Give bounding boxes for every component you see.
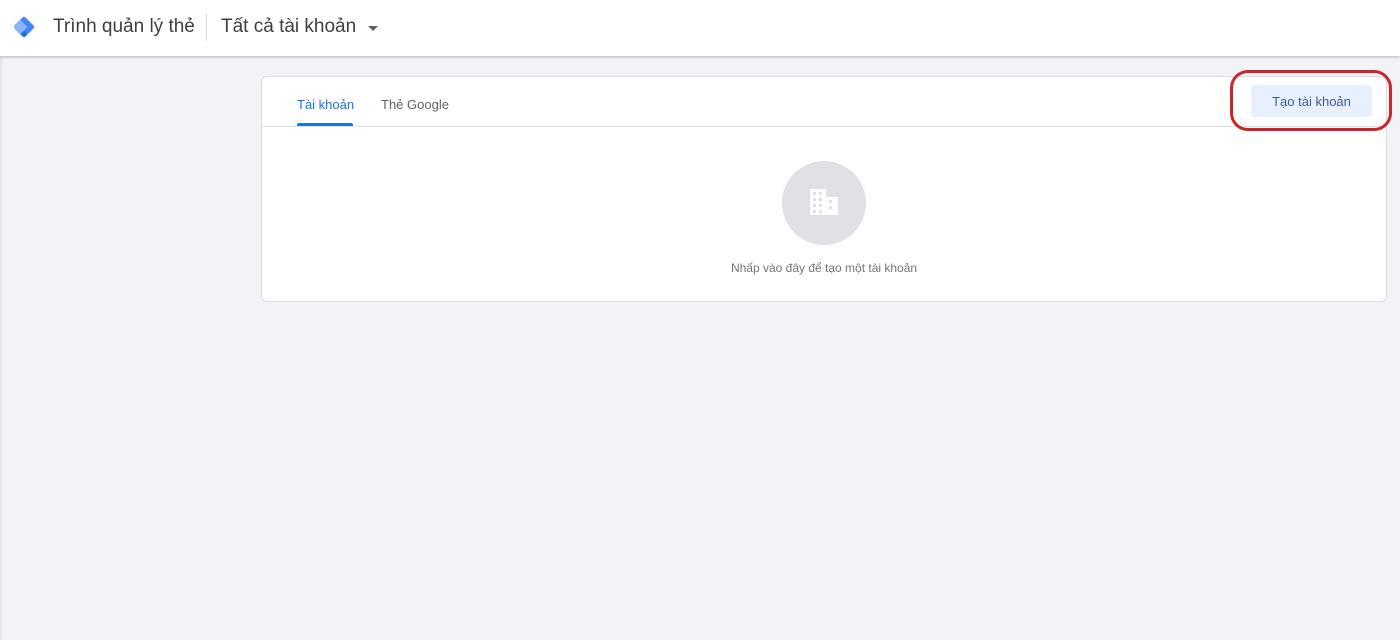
tab-google-tags[interactable]: Thẻ Google bbox=[381, 97, 449, 126]
accounts-card: Tài khoản Thẻ Google Tạo tài khoản Nhấp … bbox=[261, 76, 1387, 302]
building-icon bbox=[810, 189, 838, 215]
account-switcher[interactable]: Tất cả tài khoản bbox=[221, 12, 379, 42]
top-app-bar: Trình quản lý thẻ Tất cả tài khoản bbox=[0, 0, 1400, 56]
account-switcher-label: Tất cả tài khoản bbox=[221, 16, 357, 37]
app-title: Trình quản lý thẻ bbox=[53, 16, 195, 37]
tab-accounts[interactable]: Tài khoản bbox=[297, 97, 354, 126]
active-tab-indicator bbox=[297, 123, 353, 126]
header-divider bbox=[206, 13, 207, 41]
empty-state-message[interactable]: Nhấp vào đây để tạo một tài khoản bbox=[262, 261, 1386, 275]
create-account-empty-icon[interactable] bbox=[782, 161, 866, 245]
left-edge-strip bbox=[0, 56, 2, 640]
tag-manager-logo-icon[interactable] bbox=[10, 13, 38, 41]
caret-down-icon bbox=[368, 25, 379, 31]
create-account-button[interactable]: Tạo tài khoản bbox=[1251, 85, 1372, 117]
tab-bar: Tài khoản Thẻ Google Tạo tài khoản bbox=[262, 77, 1386, 127]
